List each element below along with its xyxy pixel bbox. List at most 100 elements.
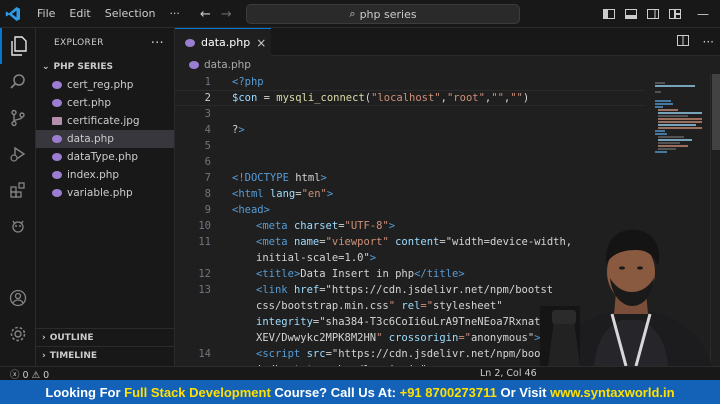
customize-layout-icon[interactable] (664, 0, 686, 28)
vscode-logo-icon (0, 0, 26, 28)
menu-edit[interactable]: Edit (62, 0, 97, 28)
line-number: 1 (204, 76, 211, 88)
close-icon[interactable]: × (256, 36, 266, 50)
search-icon[interactable] (0, 64, 36, 100)
promo-banner: Looking For Full Stack Development Cours… (0, 380, 720, 404)
minimize-button[interactable]: — (686, 0, 720, 28)
more-actions-icon[interactable]: ··· (151, 36, 164, 51)
toggle-sidebar-icon[interactable] (598, 0, 620, 28)
line-content: XEV/Dwwykc2MPK8M2HN" crossorigin="anonym… (256, 332, 541, 344)
chevron-down-icon: ⌄ (42, 62, 50, 72)
php-file-icon (52, 135, 62, 143)
file-item[interactable]: cert_reg.php (36, 76, 174, 94)
line-number: 2 (204, 92, 211, 104)
line-content: <link href="https://cdn.jsdelivr.net/npm… (256, 284, 554, 296)
toggle-secondary-sidebar-icon[interactable] (642, 0, 664, 28)
file-name: certificate.jpg (67, 115, 140, 127)
banner-text-2: Course? Call Us At: (270, 384, 400, 400)
file-name: data.php (67, 133, 114, 145)
window-controls: — (598, 0, 720, 28)
line-content: <?php (232, 76, 264, 88)
search-icon: ⌕ (349, 7, 356, 20)
nav-arrows: ← → (200, 0, 232, 28)
run-debug-icon[interactable] (0, 136, 36, 172)
line-content: css/bootstrap.min.css" rel="stylesheet" (256, 300, 503, 312)
file-item[interactable]: index.php (36, 166, 174, 184)
line-content: initial-scale=1.0"> (256, 252, 377, 264)
line-number: 13 (198, 284, 211, 296)
banner-highlight-website: www.syntaxworld.in (550, 384, 675, 400)
file-item[interactable]: data.php (36, 130, 174, 148)
editor-tabs: data.php × ··· (175, 28, 720, 56)
explorer-icon[interactable] (0, 28, 36, 64)
explorer-header: EXPLORER ··· (36, 28, 174, 58)
timeline-label: TIMELINE (49, 350, 98, 361)
scrollbar-thumb[interactable] (712, 74, 720, 150)
banner-text-3: Or Visit (496, 384, 551, 400)
menu-more[interactable]: ··· (162, 0, 187, 28)
line-content: <meta name="viewport" content="width=dev… (256, 236, 573, 248)
account-icon[interactable] (0, 280, 36, 316)
line-number: 9 (204, 204, 211, 216)
timeline-section[interactable]: › TIMELINE (36, 346, 175, 364)
banner-highlight-phone: +91 8700273711 (399, 384, 497, 400)
banner-text-1: Looking For (45, 384, 125, 400)
line-content: <!DOCTYPE html> (232, 172, 327, 184)
command-center-search[interactable]: ⌕ php series (246, 4, 520, 24)
line-number: 6 (204, 156, 211, 168)
line-number: 5 (204, 140, 211, 152)
editor-actions: ··· (676, 28, 714, 56)
php-file-icon (52, 153, 62, 161)
php-file-icon (52, 189, 62, 197)
file-item[interactable]: dataType.php (36, 148, 174, 166)
line-number: 8 (204, 188, 211, 200)
presenter-webcam-overlay (540, 222, 720, 366)
file-list: cert_reg.php cert.php certificate.jpg data.… (36, 76, 174, 202)
cursor-position[interactable]: Ln 2, Col 46 (480, 368, 537, 379)
menu-bar: File Edit Selection ··· (30, 0, 187, 28)
tab-data-php[interactable]: data.php × (175, 28, 271, 56)
extensions-icon[interactable] (0, 172, 36, 208)
remote-explorer-icon[interactable] (0, 208, 36, 244)
breadcrumb: data.php (175, 56, 251, 74)
manage-gear-icon[interactable] (0, 316, 36, 352)
file-item[interactable]: cert.php (36, 94, 174, 112)
banner-highlight-course: Full Stack Development (124, 384, 271, 400)
menu-file[interactable]: File (30, 0, 62, 28)
line-content: ?> (232, 124, 245, 136)
errors-indicator[interactable]: ⓧ 0 ⚠ 0 (10, 367, 49, 381)
outline-label: OUTLINE (49, 332, 94, 343)
line-number: 4 (204, 124, 211, 136)
file-name: variable.php (67, 187, 133, 199)
status-bar: ⓧ 0 ⚠ 0 Ln 2, Col 46 (0, 366, 720, 381)
folder-name: PHP SERIES (53, 62, 113, 72)
title-bar: File Edit Selection ··· ← → ⌕ php series… (0, 0, 720, 28)
php-file-icon (189, 61, 199, 69)
menu-selection[interactable]: Selection (98, 0, 163, 28)
breadcrumb-file[interactable]: data.php (204, 59, 251, 71)
split-editor-icon[interactable] (676, 35, 689, 49)
source-control-icon[interactable] (0, 100, 36, 136)
file-name: cert_reg.php (67, 79, 134, 91)
file-item[interactable]: certificate.jpg (36, 112, 174, 130)
folder-root[interactable]: ⌄ PHP SERIES (36, 58, 174, 76)
line-content: $con = mysqli_connect("localhost","root"… (232, 92, 530, 104)
explorer-title: EXPLORER (54, 38, 104, 48)
line-content: <html lang="en"> (232, 188, 334, 200)
outline-section[interactable]: › OUTLINE (36, 328, 175, 346)
file-item[interactable]: variable.php (36, 184, 174, 202)
line-content: integrity="sha384-T3c6CoIi6uLrA9TneNEoa7… (256, 316, 547, 328)
php-file-icon (52, 81, 62, 89)
accounts-area (0, 280, 36, 352)
chevron-right-icon: › (42, 332, 46, 343)
php-file-icon (52, 171, 62, 179)
back-arrow-icon[interactable]: ← (200, 7, 211, 22)
line-content: <meta charset="UTF-8"> (256, 220, 396, 232)
toggle-panel-icon[interactable] (620, 0, 642, 28)
more-actions-icon[interactable]: ··· (703, 35, 714, 49)
errors-count: 0 (22, 369, 29, 381)
line-number: 3 (204, 108, 211, 120)
chevron-right-icon: › (42, 350, 46, 361)
line-content: <script src="https://cdn.jsdelivr.net/np… (256, 348, 541, 360)
forward-arrow-icon[interactable]: → (221, 7, 232, 22)
